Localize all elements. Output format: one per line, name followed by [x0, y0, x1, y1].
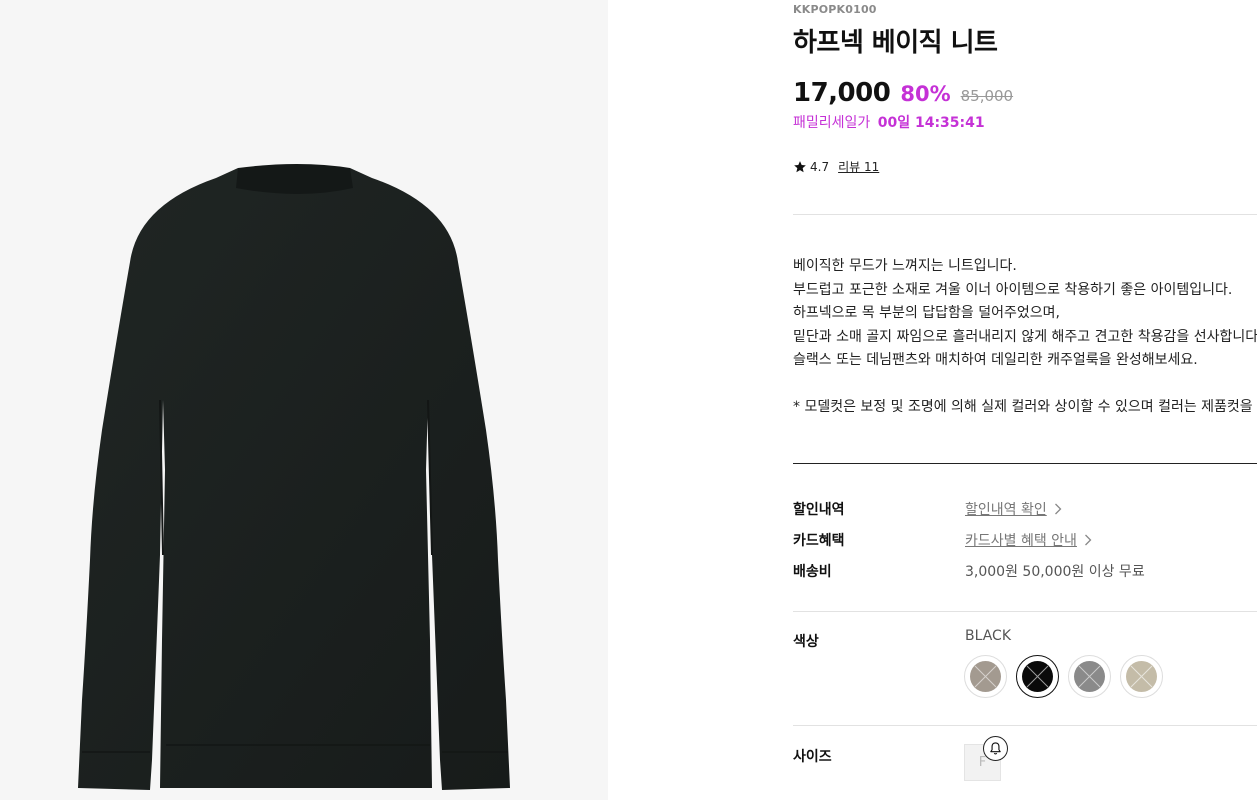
card-benefit-link[interactable]: 카드사별 혜택 안내 — [965, 530, 1092, 550]
product-code: KKPOPK0100 — [793, 3, 877, 16]
star-icon — [794, 160, 806, 172]
description-line: 하프넥으로 목 부분의 답답함을 덜어주었으며, — [793, 305, 1060, 321]
discount-rate: 80% — [900, 82, 951, 106]
sweater-image — [78, 164, 510, 790]
family-sale-row: 패밀리세일가 00일 14:35:41 — [793, 112, 985, 132]
shipping-value: 3,000원 50,000원 이상 무료 — [965, 564, 1145, 580]
divider — [793, 611, 1257, 612]
unavailable-cross-icon — [974, 665, 997, 688]
restock-alert-button[interactable] — [983, 736, 1008, 761]
color-swatch-black[interactable] — [1016, 655, 1059, 698]
divider — [793, 463, 1257, 464]
rating-value: 4.7 — [810, 159, 830, 174]
color-swatch-grey[interactable] — [1068, 655, 1111, 698]
color-swatch-taupe[interactable] — [964, 655, 1007, 698]
discount-row: 할인내역 할인내역 확인 — [793, 497, 1257, 528]
description-line: 밑단과 소매 골지 짜임으로 흘러내리지 않게 해주고 견고한 착용감을 선사합… — [793, 328, 1257, 345]
swatch-color — [1126, 661, 1157, 692]
swatch-color — [1022, 661, 1053, 692]
discount-link[interactable]: 할인내역 확인 — [965, 499, 1062, 519]
divider — [793, 725, 1257, 726]
color-label: 색상 — [793, 634, 819, 650]
shipping-row: 배송비 3,000원 50,000원 이상 무료 — [793, 559, 1257, 590]
sale-label: 패밀리세일가 — [793, 115, 871, 131]
discount-link-text[interactable]: 할인내역 확인 — [965, 499, 1047, 519]
product-image-panel[interactable] — [0, 0, 608, 800]
swatch-color — [1074, 661, 1105, 692]
sale-price: 17,000 — [793, 78, 891, 108]
description-line: 베이직한 무드가 느껴지는 니트입니다. — [793, 258, 1017, 274]
bell-icon — [990, 742, 1001, 755]
unavailable-cross-icon — [1130, 665, 1153, 688]
description-line: 부드럽고 포근한 소재로 겨울 이너 아이템으로 착용하기 좋은 아이템입니다. — [793, 281, 1233, 298]
color-swatch-beige[interactable] — [1120, 655, 1163, 698]
shipping-label: 배송비 — [793, 564, 832, 580]
review-link[interactable]: 리뷰 11 — [838, 158, 879, 175]
unavailable-cross-icon — [1026, 665, 1049, 688]
card-benefit-row: 카드혜택 카드사별 혜택 안내 — [793, 528, 1257, 559]
size-label: 사이즈 — [793, 749, 832, 765]
description-note: * 모델컷은 보정 및 조명에 의해 실제 컬러와 상이할 수 있으며 컬러는 … — [793, 399, 1257, 415]
chevron-right-icon — [1054, 503, 1062, 515]
rating-row: 4.7 리뷰 11 — [793, 158, 879, 175]
product-description: 베이직한 무드가 느껴지는 니트입니다. 부드럽고 포근한 소재로 겨울 이너 … — [793, 255, 1257, 420]
description-line: 슬랙스 또는 데님팬츠와 매치하여 데일리한 캐주얼룩을 완성해보세요. — [793, 352, 1198, 368]
sale-countdown: 00일 14:35:41 — [877, 115, 985, 131]
discount-label: 할인내역 — [793, 502, 845, 518]
divider — [793, 214, 1257, 215]
color-swatches — [964, 655, 1172, 698]
chevron-right-icon — [1084, 534, 1092, 546]
original-price: 85,000 — [960, 87, 1014, 105]
swatch-color — [970, 661, 1001, 692]
benefit-info-table: 할인내역 할인내역 확인 카드혜택 카드사별 혜택 안내 배송비 3,000원 … — [793, 497, 1257, 590]
product-info-panel: KKPOPK0100 하프넥 베이직 니트 17,000 80% 85,000 … — [793, 0, 1257, 805]
card-benefit-link-text[interactable]: 카드사별 혜택 안내 — [965, 530, 1077, 550]
product-title: 하프넥 베이직 니트 — [793, 28, 998, 58]
selected-color-name: BLACK — [965, 628, 1012, 644]
card-benefit-label: 카드혜택 — [793, 533, 845, 549]
price-row: 17,000 80% 85,000 — [793, 78, 1013, 108]
unavailable-cross-icon — [1078, 665, 1101, 688]
